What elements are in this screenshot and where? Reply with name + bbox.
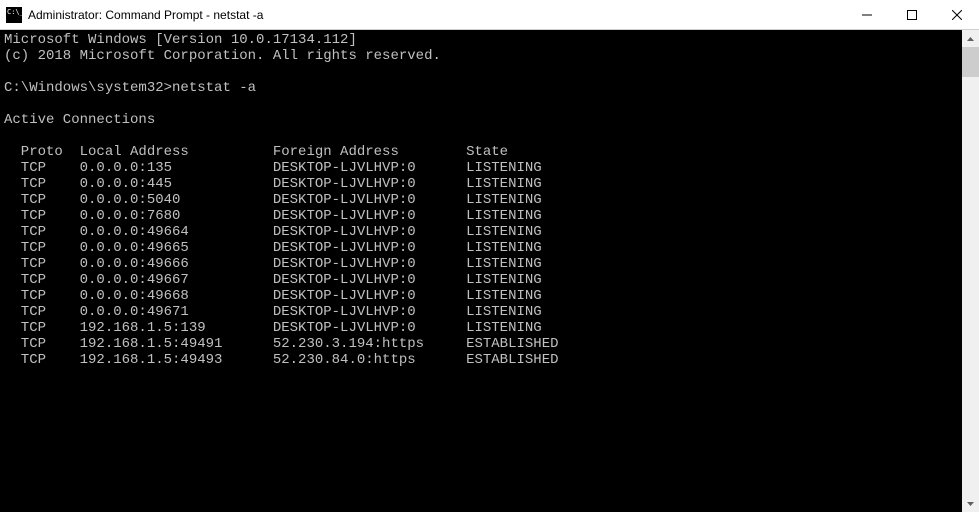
scroll-thumb[interactable] (962, 47, 979, 77)
window-title: Administrator: Command Prompt - netstat … (28, 8, 263, 22)
maximize-button[interactable] (889, 0, 934, 29)
active-connections-header: Active Connections (4, 112, 958, 128)
table-row: TCP 0.0.0.0:445 DESKTOP-LJVLHVP:0 LISTEN… (4, 176, 958, 192)
table-row: TCP 0.0.0.0:135 DESKTOP-LJVLHVP:0 LISTEN… (4, 160, 958, 176)
terminal-content[interactable]: Microsoft Windows [Version 10.0.17134.11… (0, 30, 962, 512)
table-row: TCP 0.0.0.0:49668 DESKTOP-LJVLHVP:0 LIST… (4, 288, 958, 304)
scroll-up-arrow[interactable] (962, 30, 979, 47)
maximize-icon (907, 10, 917, 20)
title-bar[interactable]: Administrator: Command Prompt - netstat … (0, 0, 979, 30)
scroll-track[interactable] (962, 47, 979, 495)
title-bar-left: Administrator: Command Prompt - netstat … (0, 7, 844, 23)
chevron-up-icon (967, 37, 974, 41)
cmd-icon (6, 7, 22, 23)
table-row: TCP 0.0.0.0:7680 DESKTOP-LJVLHVP:0 LISTE… (4, 208, 958, 224)
table-row: TCP 0.0.0.0:5040 DESKTOP-LJVLHVP:0 LISTE… (4, 192, 958, 208)
minimize-button[interactable] (844, 0, 889, 29)
prompt: C:\Windows\system32> (4, 80, 172, 96)
column-headers: Proto Local Address Foreign Address Stat… (4, 144, 958, 160)
blank-line (4, 64, 958, 80)
window-controls (844, 0, 979, 29)
scroll-down-arrow[interactable] (962, 495, 979, 512)
command: netstat -a (172, 80, 256, 96)
blank-line (4, 96, 958, 112)
table-row: TCP 0.0.0.0:49667 DESKTOP-LJVLHVP:0 LIST… (4, 272, 958, 288)
terminal-area: Microsoft Windows [Version 10.0.17134.11… (0, 30, 979, 512)
table-row: TCP 0.0.0.0:49671 DESKTOP-LJVLHVP:0 LIST… (4, 304, 958, 320)
close-button[interactable] (934, 0, 979, 29)
line-copyright: (c) 2018 Microsoft Corporation. All righ… (4, 48, 958, 64)
table-row: TCP 192.168.1.5:49493 52.230.84.0:https … (4, 352, 958, 368)
prompt-line: C:\Windows\system32>netstat -a (4, 80, 958, 96)
close-icon (952, 10, 962, 20)
line-version: Microsoft Windows [Version 10.0.17134.11… (4, 32, 958, 48)
minimize-icon (862, 10, 872, 20)
table-row: TCP 0.0.0.0:49664 DESKTOP-LJVLHVP:0 LIST… (4, 224, 958, 240)
table-row: TCP 0.0.0.0:49665 DESKTOP-LJVLHVP:0 LIST… (4, 240, 958, 256)
table-row: TCP 0.0.0.0:49666 DESKTOP-LJVLHVP:0 LIST… (4, 256, 958, 272)
scrollbar[interactable] (962, 30, 979, 512)
table-row: TCP 192.168.1.5:49491 52.230.3.194:https… (4, 336, 958, 352)
chevron-down-icon (967, 502, 974, 506)
table-row: TCP 192.168.1.5:139 DESKTOP-LJVLHVP:0 LI… (4, 320, 958, 336)
blank-line (4, 128, 958, 144)
